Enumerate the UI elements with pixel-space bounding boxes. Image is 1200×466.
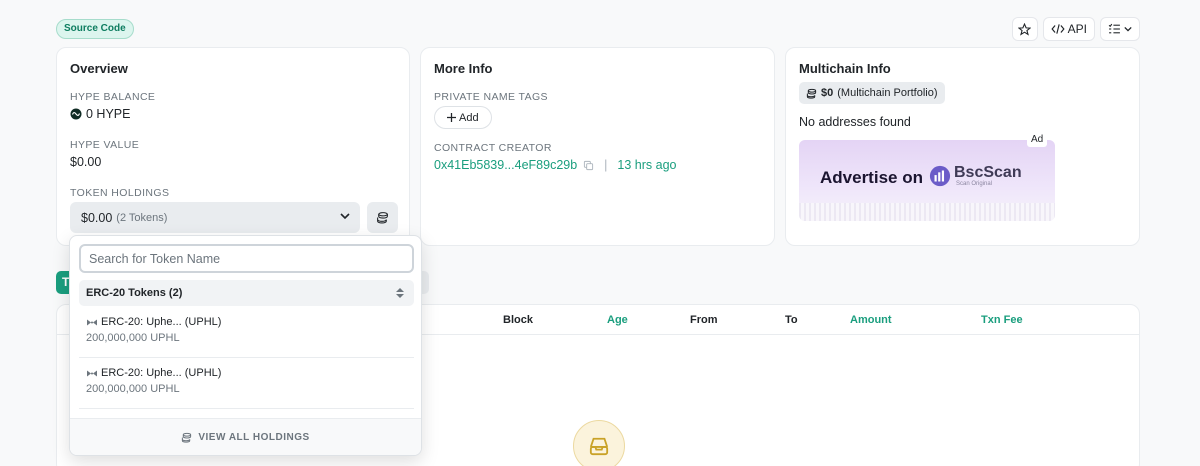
no-addresses-text: No addresses found	[799, 115, 911, 129]
source-code-badge[interactable]: Source Code	[56, 19, 134, 39]
copy-icon[interactable]	[583, 160, 594, 171]
portfolio-amount: $0	[821, 87, 834, 99]
token-holdings-dropdown: ERC-20 Tokens (2) ERC-20: Uphe... (UPHL)…	[69, 235, 422, 456]
separator: |	[604, 158, 608, 172]
th-age[interactable]: Age	[607, 314, 628, 326]
th-to: To	[785, 314, 798, 326]
top-actions: API	[1011, 17, 1140, 41]
hype-value-label: HYPE VALUE	[70, 139, 140, 151]
favorite-button[interactable]	[1011, 17, 1038, 41]
empty-state-icon	[573, 420, 625, 466]
more-info-title: More Info	[434, 61, 493, 76]
inbox-icon	[589, 437, 609, 456]
hype-balance-text: 0 HYPE	[86, 107, 131, 121]
token-name-row: ERC-20: Uphe... (UPHL)	[86, 316, 221, 328]
th-from: From	[690, 314, 718, 326]
more-info-card: More Info PRIVATE NAME TAGS Add CONTRACT…	[420, 47, 775, 246]
overview-title: Overview	[70, 61, 128, 76]
chevron-down-icon	[1124, 26, 1132, 32]
hype-balance-value: 0 HYPE	[70, 107, 130, 121]
add-tag-label: Add	[459, 111, 479, 124]
api-button[interactable]: API	[1042, 17, 1095, 41]
token-icon	[87, 319, 97, 325]
holdings-count: (2 Tokens)	[116, 211, 168, 224]
hype-token-icon	[70, 108, 82, 120]
hype-value-text: $0.00	[70, 155, 102, 169]
ad-sub: Scan Original	[956, 181, 993, 187]
token-name-row: ERC-20: Uphe... (UPHL)	[86, 367, 221, 379]
multichain-portfolio-button[interactable]: $0 (Multichain Portfolio)	[799, 82, 945, 104]
sort-icon[interactable]	[396, 288, 404, 298]
advertisement-banner[interactable]: Advertise on BscScan Scan Original	[799, 140, 1055, 221]
token-amount: 200,000,000 UPHL	[86, 383, 180, 395]
coins-stack-icon	[182, 432, 192, 443]
wallet-holdings-button[interactable]	[367, 202, 398, 233]
bscscan-logo-icon	[929, 165, 951, 187]
holdings-value: $0.00	[81, 210, 113, 225]
code-icon	[1051, 24, 1065, 34]
overview-card: Overview HYPE BALANCE 0 HYPE HYPE VALUE …	[56, 47, 410, 246]
contract-creator-label: CONTRACT CREATOR	[434, 142, 552, 154]
erc20-group-header[interactable]: ERC-20 Tokens (2)	[79, 280, 414, 306]
multichain-card: Multichain Info $0 (Multichain Portfolio…	[785, 47, 1140, 246]
multichain-title: Multichain Info	[799, 61, 891, 76]
chevron-down-icon	[340, 213, 350, 220]
tab-fragment[interactable]	[421, 271, 429, 294]
private-name-tags-label: PRIVATE NAME TAGS	[434, 91, 548, 103]
hype-balance-label: HYPE BALANCE	[70, 91, 156, 103]
plus-icon	[447, 113, 456, 122]
token-icon	[87, 370, 97, 376]
creator-age-link[interactable]: 13 hrs ago	[617, 158, 676, 172]
api-label: API	[1067, 22, 1087, 36]
star-icon	[1018, 22, 1032, 36]
coins-stack-icon	[806, 88, 817, 99]
more-options-button[interactable]	[1100, 17, 1140, 41]
tab-transactions[interactable]: T	[56, 271, 70, 294]
ad-text: Advertise on	[820, 168, 923, 187]
th-block: Block	[503, 314, 533, 326]
contract-creator: 0x41Eb5839...4eF89c29b | 13 hrs ago	[434, 158, 677, 172]
token-list-item[interactable]: ERC-20: Uphe... (UPHL) 200,000,000 UPHL	[79, 308, 414, 358]
portfolio-label: (Multichain Portfolio)	[837, 87, 938, 99]
token-search-input[interactable]	[79, 244, 414, 273]
token-holdings-label: TOKEN HOLDINGS	[70, 187, 170, 199]
coins-stack-icon	[377, 212, 388, 224]
th-amount[interactable]: Amount	[850, 314, 892, 326]
group-label: ERC-20 Tokens (2)	[86, 287, 183, 299]
token-amount: 200,000,000 UPHL	[86, 332, 180, 344]
ad-brand: BscScan	[954, 164, 1022, 181]
ad-label: Ad	[1027, 132, 1048, 147]
view-all-label: VIEW ALL HOLDINGS	[198, 431, 310, 443]
creator-address-link[interactable]: 0x41Eb5839...4eF89c29b	[434, 158, 577, 172]
ad-stripes	[799, 203, 1055, 221]
token-holdings-select[interactable]: $0.00 (2 Tokens)	[70, 202, 360, 233]
list-check-icon	[1108, 23, 1120, 34]
view-all-holdings-button[interactable]: VIEW ALL HOLDINGS	[70, 418, 421, 455]
token-list-item[interactable]: ERC-20: Uphe... (UPHL) 200,000,000 UPHL	[79, 359, 414, 409]
ad-logo: BscScan Scan Original	[929, 165, 1022, 187]
token-name: ERC-20: Uphe... (UPHL)	[101, 316, 222, 328]
token-name: ERC-20: Uphe... (UPHL)	[101, 367, 222, 379]
add-tag-button[interactable]: Add	[434, 106, 492, 129]
th-txn-fee[interactable]: Txn Fee	[981, 314, 1023, 326]
